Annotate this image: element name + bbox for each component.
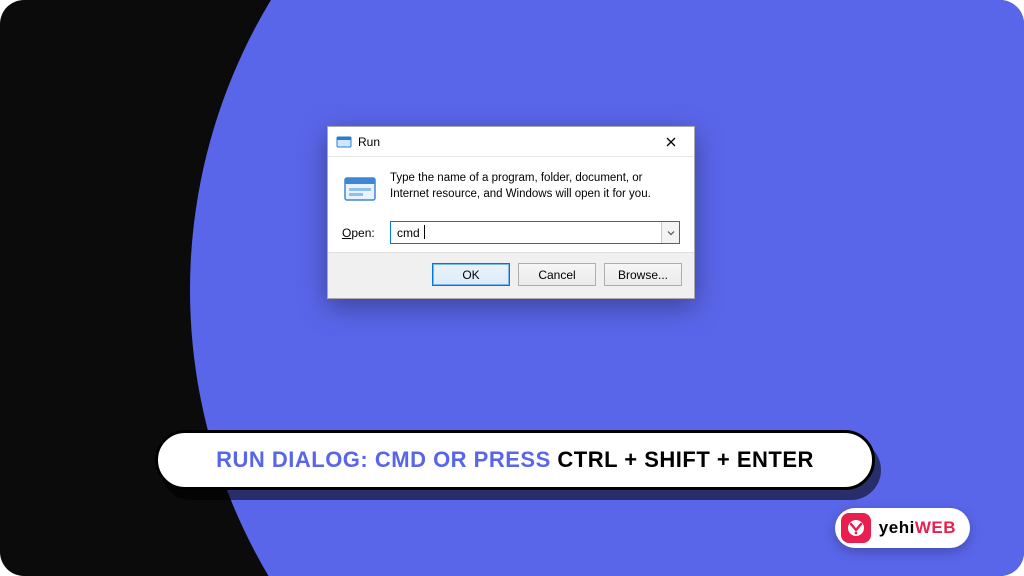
stage: Run Type the name of a program, folder,: [0, 0, 1024, 576]
dialog-footer: OK Cancel Browse...: [328, 252, 694, 298]
ok-button[interactable]: OK: [432, 263, 510, 286]
info-text: Type the name of a program, folder, docu…: [390, 171, 680, 207]
combobox-dropdown-button[interactable]: [661, 222, 679, 243]
caption-pill: RUN DIALOG: CMD OR PRESS CTRL + SHIFT + …: [155, 430, 875, 490]
text-cursor: [424, 225, 425, 239]
brand-mark-icon: [841, 513, 871, 543]
close-button[interactable]: [648, 127, 694, 157]
open-label: Open:: [342, 226, 380, 240]
titlebar: Run: [328, 127, 694, 157]
run-dialog: Run Type the name of a program, folder,: [327, 126, 695, 299]
browse-button[interactable]: Browse...: [604, 263, 682, 286]
caption-text: RUN DIALOG: CMD OR PRESS CTRL + SHIFT + …: [216, 447, 814, 473]
dialog-title: Run: [358, 135, 648, 149]
open-combobox[interactable]: [390, 221, 680, 244]
brand-badge: yehiWEB: [835, 508, 970, 548]
cancel-button[interactable]: Cancel: [518, 263, 596, 286]
brand-name: yehiWEB: [879, 518, 956, 538]
info-row: Type the name of a program, folder, docu…: [342, 171, 680, 207]
run-large-icon: [342, 171, 378, 207]
open-input[interactable]: [390, 221, 680, 244]
run-app-icon: [336, 134, 352, 150]
open-row: Open:: [342, 221, 680, 244]
dialog-body: Type the name of a program, folder, docu…: [328, 157, 694, 252]
chevron-down-icon: [667, 229, 675, 237]
close-icon: [666, 137, 676, 147]
